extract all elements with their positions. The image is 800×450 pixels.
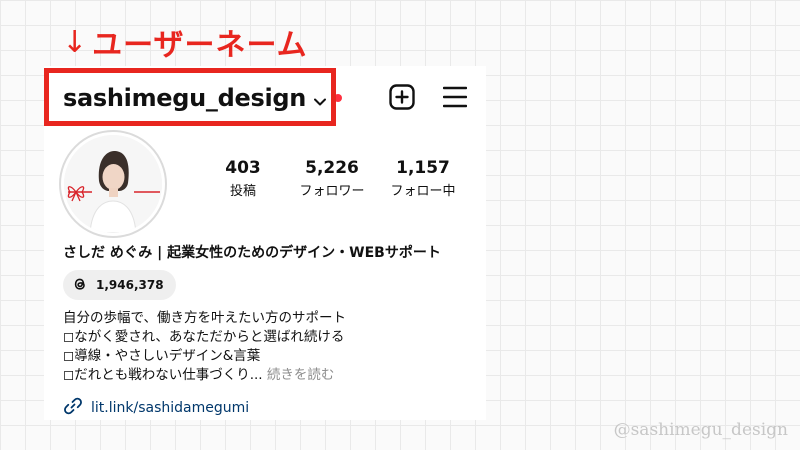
following-label: フォロー中 — [390, 184, 456, 199]
threads-badge[interactable]: 1,946,378 — [63, 270, 176, 300]
username-annotation: ↓ ユーザーネーム — [62, 20, 308, 64]
bio: 自分の歩幅で、働き方を叶えたい方のサポート ◻︎ながく愛され、あなただからと選ば… — [63, 309, 346, 385]
followers-label: フォロワー — [299, 184, 365, 199]
link-icon — [63, 396, 83, 420]
bio-line: ◻︎導線・やさしいデザイン&言葉 — [63, 348, 261, 364]
followers-value: 5,226 — [305, 158, 359, 178]
posts-count[interactable]: 403 投稿 — [198, 158, 288, 199]
bio-line: ◻︎だれとも戦わない仕事づくり... — [63, 367, 263, 383]
bio-line-last: ◻︎だれとも戦わない仕事づくり... 続きを読む — [63, 366, 346, 385]
plus-square-icon[interactable] — [389, 84, 415, 114]
annotation-label: ユーザーネーム — [92, 28, 308, 63]
profile-link[interactable]: lit.link/sashidamegumi — [63, 396, 249, 420]
down-arrow-icon: ↓ — [62, 24, 89, 60]
threads-icon — [72, 276, 88, 295]
hamburger-menu-icon[interactable] — [442, 86, 468, 112]
display-name: さしだ めぐみ | 起業女性のためのデザイン・WEBサポート — [63, 245, 441, 261]
watermark: @sashimegu_design — [613, 420, 788, 440]
following-value: 1,157 — [396, 158, 450, 178]
bio-line: ◻︎ながく愛され、あなただからと選ばれ続ける — [63, 329, 345, 345]
profile-photo — [64, 135, 162, 233]
read-more-link[interactable]: 続きを読む — [267, 367, 335, 383]
bio-line: 自分の歩幅で、働き方を叶えたい方のサポート — [63, 310, 346, 326]
link-text: lit.link/sashidamegumi — [91, 400, 250, 416]
followers-count[interactable]: 5,226 フォロワー — [287, 158, 377, 199]
posts-value: 403 — [225, 158, 261, 178]
threads-count: 1,946,378 — [96, 278, 164, 292]
posts-label: 投稿 — [229, 184, 256, 199]
username-highlight-box — [44, 68, 336, 126]
following-count[interactable]: 1,157 フォロー中 — [378, 158, 468, 199]
avatar[interactable] — [59, 130, 167, 238]
